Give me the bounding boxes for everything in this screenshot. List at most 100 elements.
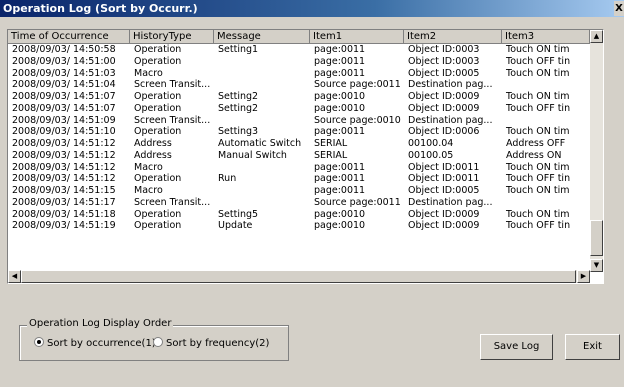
column-header[interactable]: HistoryType xyxy=(130,30,214,44)
table-cell: 00100.05 xyxy=(408,149,454,161)
table-cell: Screen Transit... xyxy=(134,196,211,208)
radio-icon[interactable] xyxy=(34,337,44,347)
scroll-up-icon[interactable]: ▲ xyxy=(590,30,603,43)
table-cell: Source page:0011 xyxy=(314,196,401,208)
table-cell: Setting2 xyxy=(218,91,259,102)
column-header[interactable]: Item2 xyxy=(404,30,502,44)
vertical-scrollbar[interactable]: ▲ ▼ xyxy=(590,30,603,272)
table-cell: Operation xyxy=(134,102,182,114)
radio-label: Sort by occurrence(1) xyxy=(47,338,156,349)
table-cell xyxy=(502,197,590,209)
table-cell: Address xyxy=(134,149,172,161)
table-cell: 2008/09/03/ 14:51:12 xyxy=(12,161,116,173)
table-cell: 2008/09/03/ 14:51:18 xyxy=(12,208,116,220)
table-cell: 2008/09/03/ 14:51:12 xyxy=(12,138,116,149)
table-row[interactable]: 2008/09/03/ 14:50:58 Operation Setting1 pag… xyxy=(8,44,590,56)
table-cell: Touch ON tim xyxy=(506,208,570,220)
table-cell: Object ID:0003 xyxy=(408,55,480,67)
save-log-button[interactable]: Save Log xyxy=(480,334,553,360)
table-cell: Touch ON tim xyxy=(506,44,570,55)
table-cell: Touch ON tim xyxy=(506,161,570,173)
table-cell: 2008/09/03/ 14:51:04 xyxy=(12,79,116,91)
vertical-scroll-thumb[interactable] xyxy=(590,220,603,256)
table-cell: SERIAL xyxy=(314,138,348,149)
column-header[interactable]: Message xyxy=(214,30,310,44)
table-cell: Destination pag... xyxy=(408,79,493,91)
scroll-left-icon[interactable]: ◀ xyxy=(8,270,21,283)
window-title: Operation Log (Sort by Occurr.) xyxy=(3,2,198,15)
table-row[interactable]: 2008/09/03/ 14:51:19 Operation Update page:… xyxy=(8,220,590,232)
table-cell xyxy=(214,115,310,127)
table-cell: 2008/09/03/ 14:51:17 xyxy=(12,196,116,208)
column-header-row: Time of Occurrence HistoryType Message Item… xyxy=(8,30,590,44)
table-cell: page:0011 xyxy=(314,44,366,55)
table-cell: SERIAL xyxy=(314,149,348,161)
table-row[interactable]: 2008/09/03/ 14:51:10 Operation Setting3 pag… xyxy=(8,126,590,138)
table-cell: Operation xyxy=(134,208,182,220)
table-cell: Operation xyxy=(134,91,182,102)
table-row[interactable]: 2008/09/03/ 14:51:07 Operation Setting2 pag… xyxy=(8,103,590,115)
table-cell: Object ID:0003 xyxy=(408,44,480,55)
table-row[interactable]: 2008/09/03/ 14:51:18 Operation Setting5 pag… xyxy=(8,209,590,221)
table-cell: Setting3 xyxy=(218,126,259,138)
display-order-label: Operation Log Display Order xyxy=(27,318,174,329)
table-row[interactable]: 2008/09/03/ 14:51:03 Macro page:0011 Object… xyxy=(8,68,590,80)
table-cell: Source page:0010 xyxy=(314,114,401,126)
radio-icon[interactable] xyxy=(153,337,163,347)
table-cell: Run xyxy=(218,173,237,185)
column-header[interactable]: Time of Occurrence xyxy=(8,30,130,44)
table-cell: Automatic Switch xyxy=(218,138,302,149)
log-rows: 2008/09/03/ 14:50:58 Operation Setting1 pag… xyxy=(8,44,590,232)
operation-log-list[interactable]: Time of Occurrence HistoryType Message Item… xyxy=(7,29,604,284)
table-row[interactable]: 2008/09/03/ 14:51:12 Macro page:0011 Object… xyxy=(8,162,590,174)
radio-label: Sort by frequency(2) xyxy=(166,338,270,349)
table-cell: 2008/09/03/ 14:51:03 xyxy=(12,67,116,79)
horizontal-scroll-thumb[interactable] xyxy=(21,270,576,283)
table-cell: page:0010 xyxy=(314,91,366,102)
table-cell: Object ID:0005 xyxy=(408,67,480,79)
table-cell: Object ID:0009 xyxy=(408,220,480,232)
table-cell: Operation xyxy=(134,173,182,185)
table-cell: Setting2 xyxy=(218,102,259,114)
table-cell: Object ID:0009 xyxy=(408,208,480,220)
table-row[interactable]: 2008/09/03/ 14:51:12 Address Manual Switch… xyxy=(8,150,590,162)
table-row[interactable]: 2008/09/03/ 14:51:17 Screen Transit... Sou… xyxy=(8,197,590,209)
horizontal-scrollbar[interactable]: ◀ ▶ xyxy=(8,270,590,283)
table-cell: Macro xyxy=(134,67,163,79)
radio-sort-by-frequency[interactable]: Sort by frequency(2) xyxy=(153,337,269,351)
table-cell xyxy=(214,56,310,68)
table-cell: 2008/09/03/ 14:51:09 xyxy=(12,114,116,126)
column-header[interactable]: Item3 xyxy=(502,30,590,44)
table-cell: Operation xyxy=(134,44,182,55)
table-cell: 2008/09/03/ 14:51:19 xyxy=(12,220,116,232)
table-cell xyxy=(214,162,310,174)
table-cell: Destination pag... xyxy=(408,196,493,208)
table-row[interactable]: 2008/09/03/ 14:51:15 Macro page:0011 Object… xyxy=(8,185,590,197)
table-cell: Object ID:0011 xyxy=(408,173,480,185)
table-cell xyxy=(214,197,310,209)
table-cell xyxy=(214,68,310,80)
table-row[interactable]: 2008/09/03/ 14:51:07 Operation Setting2 pag… xyxy=(8,91,590,103)
table-row[interactable]: 2008/09/03/ 14:51:00 Operation page:0011 Ob… xyxy=(8,56,590,68)
table-cell: Touch ON tim xyxy=(506,67,570,79)
exit-button[interactable]: Exit xyxy=(565,334,620,360)
table-cell: page:0011 xyxy=(314,161,366,173)
column-header[interactable]: Item1 xyxy=(310,30,404,44)
table-row[interactable]: 2008/09/03/ 14:51:12 Address Automatic Swi… xyxy=(8,138,590,150)
table-cell: page:0011 xyxy=(314,126,366,138)
close-icon[interactable]: X xyxy=(614,1,624,16)
table-row[interactable]: 2008/09/03/ 14:51:12 Operation Run page:001… xyxy=(8,173,590,185)
table-cell: 2008/09/03/ 14:51:12 xyxy=(12,173,116,185)
table-cell: page:0011 xyxy=(314,173,366,185)
table-cell: Operation xyxy=(134,126,182,138)
table-cell: Manual Switch xyxy=(218,149,287,161)
scroll-right-icon[interactable]: ▶ xyxy=(577,270,590,283)
table-cell: Touch OFF tin xyxy=(506,55,571,67)
scroll-down-icon[interactable]: ▼ xyxy=(590,259,603,272)
table-cell xyxy=(502,79,590,91)
radio-sort-by-occurrence[interactable]: Sort by occurrence(1) xyxy=(34,337,156,351)
table-cell: Touch OFF tin xyxy=(506,102,571,114)
table-row[interactable]: 2008/09/03/ 14:51:09 Screen Transit... Sou… xyxy=(8,115,590,127)
table-row[interactable]: 2008/09/03/ 14:51:04 Screen Transit... Sou… xyxy=(8,79,590,91)
table-cell: Setting5 xyxy=(218,208,259,220)
